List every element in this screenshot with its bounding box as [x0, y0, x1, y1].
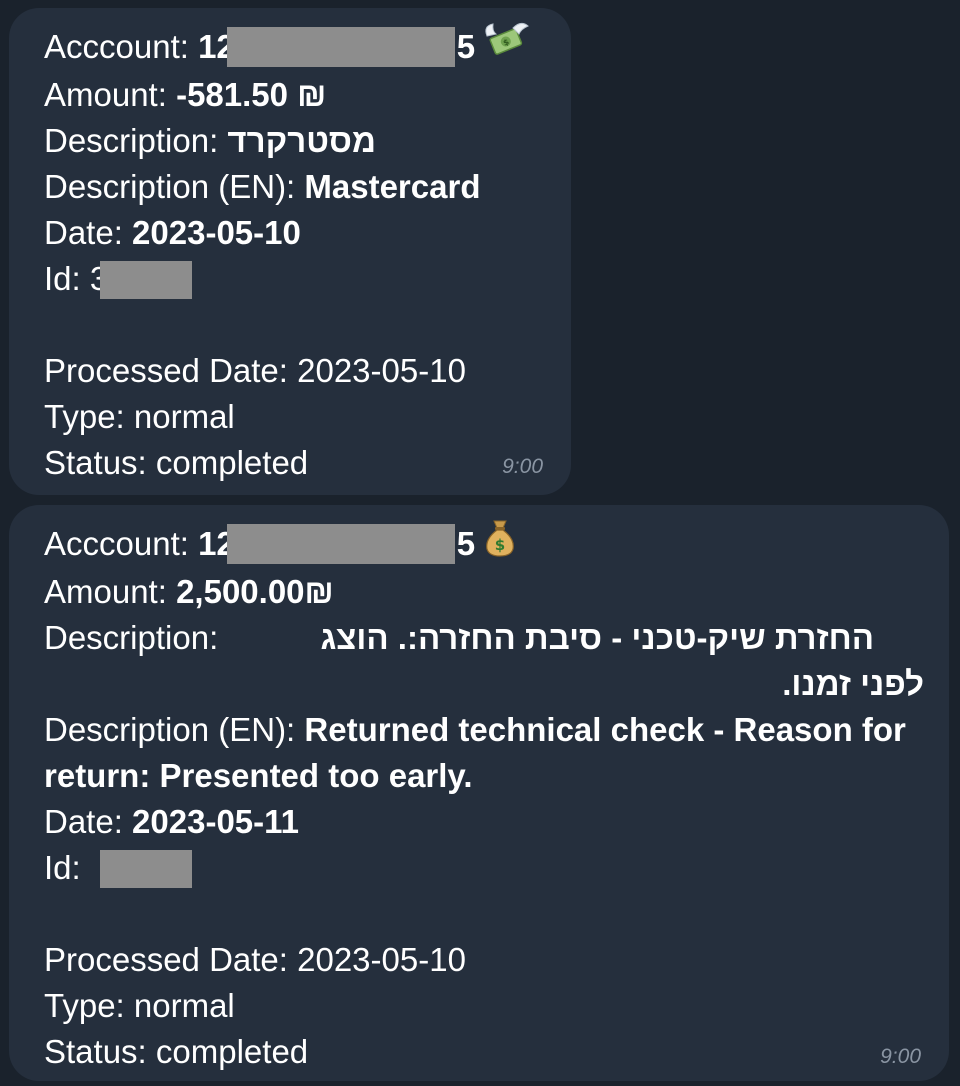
amount-value: -581.50 ₪ [176, 76, 327, 114]
description-en-value: Mastercard [304, 168, 481, 206]
id-line: Id: 3 [44, 256, 571, 302]
account-number-suffix: 5 [456, 28, 476, 65]
message-bubble-1[interactable]: Acccount: 12 5 $ Amount: -581.50 ₪ Descri… [9, 8, 571, 495]
description-en-label: Description (EN): [44, 711, 305, 749]
description-label: Description: [44, 122, 228, 160]
description-en-label: Description (EN): [44, 168, 305, 206]
account-line: Acccount: 12 5 $ [44, 520, 949, 569]
id-prefix: 3 [89, 260, 100, 298]
amount-value: 2,500.00₪ [176, 573, 334, 611]
type-line: Type: normal [44, 398, 235, 436]
id-label: Id: [44, 849, 90, 887]
date-label: Date: [44, 214, 133, 252]
type-line: Type: normal [44, 987, 235, 1025]
redacted-account-block [226, 524, 455, 565]
processed-date-line: Processed Date: 2023-05-10 [44, 941, 466, 979]
date-value: 2023-05-11 [132, 803, 300, 841]
message-timestamp: 9:00 [880, 1045, 921, 1068]
id-label: Id: [44, 260, 90, 298]
description-label: Description: [44, 619, 219, 657]
id-line: Id: [44, 845, 949, 891]
money-bag-icon: $ [483, 517, 517, 569]
date-label: Date: [44, 803, 133, 841]
date-line: Date: 2023-05-11 [44, 799, 949, 845]
redacted-id-block [99, 260, 192, 299]
svg-text:$: $ [495, 536, 505, 554]
date-value: 2023-05-10 [132, 214, 301, 252]
description-en-line: Description (EN): Returned technical che… [44, 707, 934, 799]
amount-label: Amount: [44, 76, 177, 114]
status-line: Status: completed [44, 444, 309, 482]
redacted-id-block [99, 849, 192, 888]
redacted-account-block [226, 27, 455, 68]
processed-date-line: Processed Date: 2023-05-10 [44, 352, 466, 390]
amount-line: Amount: -581.50 ₪ [44, 72, 571, 118]
account-label: Acccount: [44, 28, 199, 65]
amount-label: Amount: [44, 573, 177, 611]
date-line: Date: 2023-05-10 [44, 210, 571, 256]
description-value-continued: לפני זמנו. [782, 665, 924, 703]
description-en-line: Description (EN): Mastercard [44, 164, 571, 210]
description-value: החזרת שיק-טכני - סיבת החזרה:. הוצג [320, 619, 874, 657]
amount-line: Amount: 2,500.00₪ [44, 569, 949, 615]
description-line: Description: מסטרקרד [44, 118, 571, 164]
message-timestamp: 9:00 [502, 455, 543, 478]
description-value: מסטרקרד [227, 122, 376, 160]
status-line: Status: completed [44, 1033, 309, 1071]
account-label: Acccount: [44, 525, 199, 562]
description-line: Description: החזרת שיק-טכני - סיבת החזרה… [44, 615, 924, 661]
account-line: Acccount: 12 5 $ [44, 23, 571, 72]
money-with-wings-icon: $ [483, 20, 530, 72]
message-bubble-2[interactable]: Acccount: 12 5 $ Amount: 2,500.00₪ Descri… [9, 505, 949, 1081]
account-number-suffix: 5 [456, 525, 476, 562]
